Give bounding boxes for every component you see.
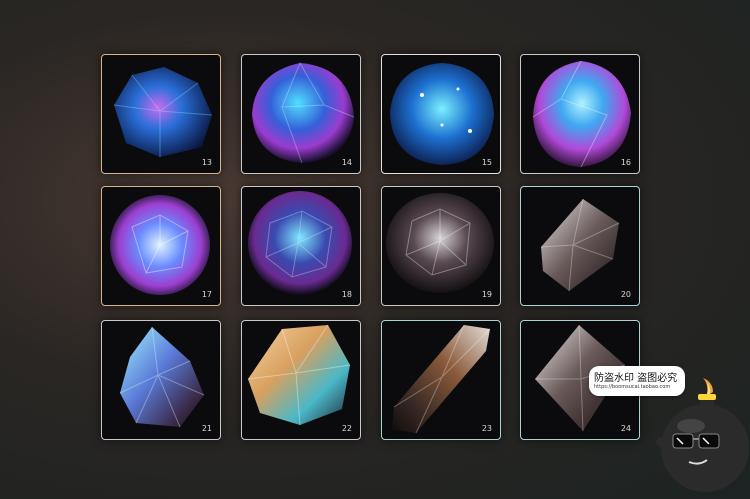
tile-number: 23 xyxy=(481,424,492,433)
gem-image-16 xyxy=(532,60,631,168)
gem-tile-14[interactable]: 14 xyxy=(241,54,361,174)
gem-tile-21[interactable]: 21 xyxy=(101,320,221,440)
gem-tile-22[interactable]: 22 xyxy=(241,320,361,440)
gem-image-23 xyxy=(392,324,491,434)
gem-tile-17[interactable]: 17 xyxy=(101,186,221,306)
tile-number: 24 xyxy=(620,424,631,433)
tile-number: 20 xyxy=(620,290,631,299)
gem-image-14 xyxy=(252,61,355,164)
tile-number: 15 xyxy=(481,158,492,167)
tile-number: 22 xyxy=(341,424,352,433)
gem-image-17 xyxy=(110,195,210,295)
gem-image-13 xyxy=(113,67,213,157)
gem-image-18 xyxy=(248,191,352,295)
gem-tile-16[interactable]: 16 xyxy=(520,54,640,174)
gem-tile-15[interactable]: 15 xyxy=(381,54,501,174)
gem-image-19 xyxy=(386,193,494,293)
gem-image-22 xyxy=(247,324,351,426)
tile-number: 14 xyxy=(341,158,352,167)
gem-tile-18[interactable]: 18 xyxy=(241,186,361,306)
gem-image-15 xyxy=(390,63,494,165)
gem-tile-19[interactable]: 19 xyxy=(381,186,501,306)
bomb-mascot-icon xyxy=(656,378,749,492)
gem-tile-20[interactable]: 20 xyxy=(520,186,640,306)
tile-number: 21 xyxy=(201,424,212,433)
tile-number: 18 xyxy=(341,290,352,299)
gem-tile-13[interactable]: 13 xyxy=(101,54,221,174)
tile-number: 13 xyxy=(201,158,212,167)
gem-image-21 xyxy=(119,326,205,428)
gem-tile-23[interactable]: 23 xyxy=(381,320,501,440)
tile-number: 17 xyxy=(201,290,212,299)
tile-number: 16 xyxy=(620,158,631,167)
gem-image-20 xyxy=(540,198,620,292)
tile-number: 19 xyxy=(481,290,492,299)
